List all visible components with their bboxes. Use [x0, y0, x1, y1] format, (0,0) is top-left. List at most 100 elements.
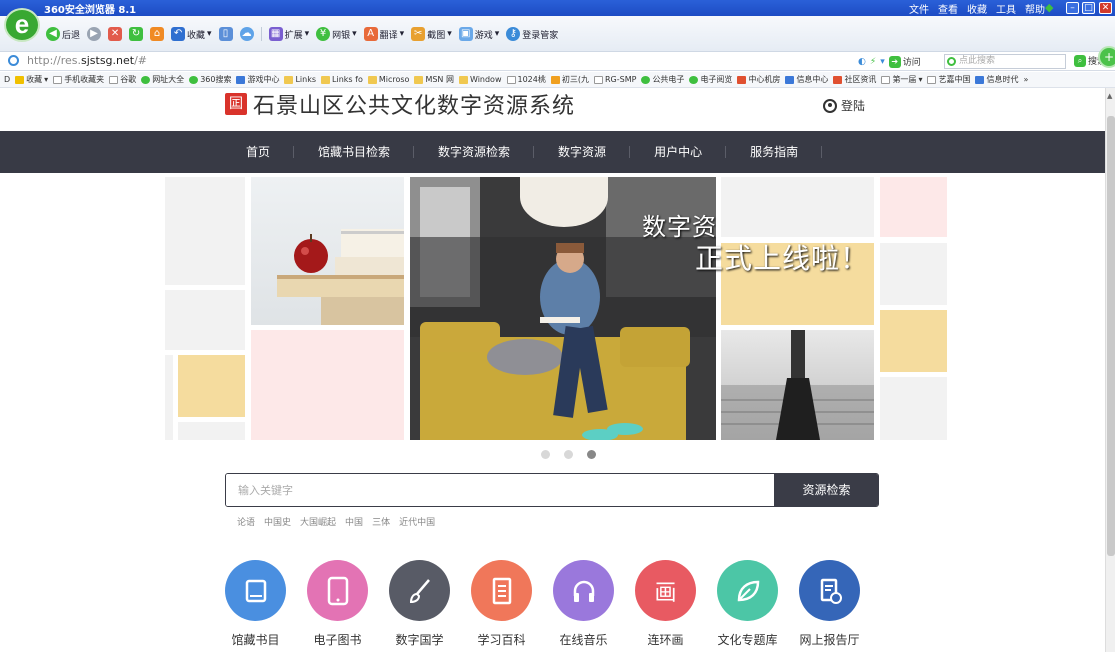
bookmark-item[interactable]: 电子阅览 — [689, 74, 732, 85]
site-icon — [189, 75, 199, 84]
nav-catalog-search[interactable]: 馆藏书目检索 — [294, 131, 415, 173]
site-icon — [737, 75, 747, 84]
category-catalog[interactable]: 馆藏书目 — [225, 560, 286, 648]
bookmark-item[interactable]: Microso — [367, 75, 409, 84]
document-icon — [471, 560, 532, 621]
nav-home[interactable]: 首页 — [222, 131, 295, 173]
bookmark-item[interactable]: 360搜索 — [189, 74, 231, 85]
refresh-button[interactable]: ↻ — [129, 27, 144, 41]
banner-carousel[interactable]: 数字资源系统 正式上线啦！ — [165, 177, 947, 440]
login-link[interactable]: 登陆 — [823, 97, 865, 114]
key-icon: ⚷ — [506, 27, 521, 41]
stop-button[interactable]: ✕ — [108, 27, 123, 41]
bookmarks-bar: D 收藏 ▾ 手机收藏夹 谷歌 网址大全 360搜索 游戏中心 Links Li… — [0, 72, 1115, 88]
home-button[interactable]: ⌂ — [150, 27, 165, 41]
bookmarks-overflow-icon[interactable]: » — [1023, 75, 1028, 84]
brush-icon — [389, 560, 450, 621]
category-comics[interactable]: 画 连环画 — [635, 560, 696, 648]
category-encyclopedia[interactable]: 学习百科 — [471, 560, 532, 648]
screenshot-button[interactable]: ✂ 截图 ▾ — [411, 27, 452, 41]
carousel-dot[interactable] — [541, 450, 550, 459]
login-manager-button[interactable]: ⚷ 登录管家 — [506, 27, 558, 41]
bookmark-item[interactable]: Window — [458, 75, 502, 84]
hot-tag[interactable]: 论语 — [237, 515, 255, 528]
bookmark-item[interactable]: RG-SMP — [593, 75, 636, 84]
skin-icon[interactable]: ◆ — [1045, 2, 1057, 13]
compat-mode-icon[interactable]: ◐ — [858, 57, 866, 67]
category-music[interactable]: 在线音乐 — [553, 560, 614, 648]
bookmark-item[interactable]: 1024桃 — [506, 74, 546, 85]
bookmark-item[interactable]: 谷歌 — [109, 74, 136, 85]
hot-tag[interactable]: 三体 — [372, 515, 390, 528]
leaf-icon — [717, 560, 778, 621]
star-icon — [15, 75, 25, 84]
bookmark-item[interactable]: 公共电子 — [641, 74, 684, 85]
nav-digital-resources[interactable]: 数字资源 — [534, 131, 631, 173]
bookmark-item[interactable]: 第一届 ▾ — [881, 74, 922, 85]
nav-digital-search[interactable]: 数字资源检索 — [414, 131, 535, 173]
menu-help[interactable]: 帮助 — [1025, 1, 1045, 16]
window-title: 360安全浏览器 8.1 — [44, 5, 137, 16]
browser-title-bar: 360安全浏览器 8.1 文件 查看 收藏 工具 帮助 ◆ – □ ✕ — [0, 0, 1115, 16]
hot-tag[interactable]: 近代中国 — [399, 515, 435, 528]
page-scrollbar[interactable]: ▲ — [1105, 88, 1115, 652]
menu-tools[interactable]: 工具 — [996, 1, 1016, 16]
banner-tile — [809, 177, 874, 219]
close-button[interactable]: ✕ — [1099, 2, 1112, 14]
forward-button[interactable]: ▶ — [87, 27, 102, 41]
visit-button[interactable]: ➔ 访问 — [888, 55, 921, 68]
scroll-up-icon[interactable]: ▲ — [1107, 92, 1112, 100]
browser-search-input[interactable]: 点此搜索 — [944, 54, 1066, 69]
keyword-input[interactable] — [226, 474, 774, 506]
minimize-button[interactable]: – — [1066, 2, 1079, 14]
category-ebooks[interactable]: 电子图书 — [307, 560, 368, 648]
category-lecture-hall[interactable]: 网上报告厅 — [799, 560, 860, 648]
bookmark-item[interactable]: 信息时代 — [975, 74, 1018, 85]
bookmark-item[interactable]: 收藏 ▾ — [15, 74, 48, 85]
site-logo[interactable]: 囸 石景山区公共文化数字资源系统 — [225, 88, 575, 120]
bookmark-item[interactable]: MSN 网 — [414, 74, 454, 85]
dropdown-icon[interactable]: ▾ — [880, 57, 885, 67]
sidebar-toggle-icon[interactable]: + — [1098, 46, 1115, 68]
favorites-button[interactable]: ↶ 收藏 ▾ — [171, 27, 212, 41]
bookmark-item[interactable]: Links — [284, 75, 316, 84]
sidebar-toggle[interactable]: D — [4, 75, 10, 84]
bookmark-item[interactable]: 中心机房 — [737, 74, 780, 85]
netbank-button[interactable]: ¥ 网银 ▾ — [316, 27, 357, 41]
bookmark-item[interactable]: 手机收藏夹 — [53, 74, 104, 85]
browser-logo-icon[interactable]: e — [4, 8, 40, 42]
bookmark-item[interactable]: 初三(九 — [550, 74, 589, 85]
bookmark-item[interactable]: 信息中心 — [785, 74, 828, 85]
extensions-button[interactable]: ▦ 扩展 ▾ — [268, 27, 309, 41]
nav-user-center[interactable]: 用户中心 — [630, 131, 727, 173]
phone-icon[interactable]: ▯ — [218, 27, 233, 41]
menu-view[interactable]: 查看 — [938, 1, 958, 16]
bookmark-item[interactable]: 社区资讯 — [833, 74, 876, 85]
banner-lamp-image — [721, 330, 874, 440]
translate-button[interactable]: A 翻译 ▾ — [363, 27, 404, 41]
bookmark-item[interactable]: 网址大全 — [141, 74, 184, 85]
hot-tag[interactable]: 中国 — [345, 515, 363, 528]
menu-file[interactable]: 文件 — [909, 1, 929, 16]
resource-search-button[interactable]: 资源检索 — [774, 474, 878, 506]
login-label: 登陆 — [841, 99, 866, 113]
back-button[interactable]: ◀ 后退 — [46, 27, 80, 41]
menu-favorites[interactable]: 收藏 — [967, 1, 987, 16]
cloud-icon[interactable]: ☁ — [239, 27, 254, 41]
category-culture-topics[interactable]: 文化专题库 — [717, 560, 778, 648]
carousel-dot[interactable] — [564, 450, 573, 459]
page-icon — [593, 75, 603, 84]
speed-mode-icon[interactable]: ⚡ — [870, 57, 876, 67]
hot-tag[interactable]: 中国史 — [264, 515, 291, 528]
maximize-button[interactable]: □ — [1082, 2, 1095, 14]
bookmark-item[interactable]: Links fo — [321, 75, 363, 84]
hot-tag[interactable]: 大国崛起 — [300, 515, 336, 528]
games-button[interactable]: ▣ 游戏 ▾ — [458, 27, 499, 41]
bookmark-item[interactable]: 游戏中心 — [236, 74, 279, 85]
bookmark-item[interactable]: 艺嘉中国 — [927, 74, 970, 85]
scrollbar-thumb[interactable] — [1107, 116, 1115, 556]
category-guoxue[interactable]: 数字国学 — [389, 560, 450, 648]
nav-service-guide[interactable]: 服务指南 — [726, 131, 823, 173]
carousel-dot-active[interactable] — [587, 450, 596, 459]
address-input[interactable]: http://res.sjstsg.net/# — [27, 54, 147, 67]
